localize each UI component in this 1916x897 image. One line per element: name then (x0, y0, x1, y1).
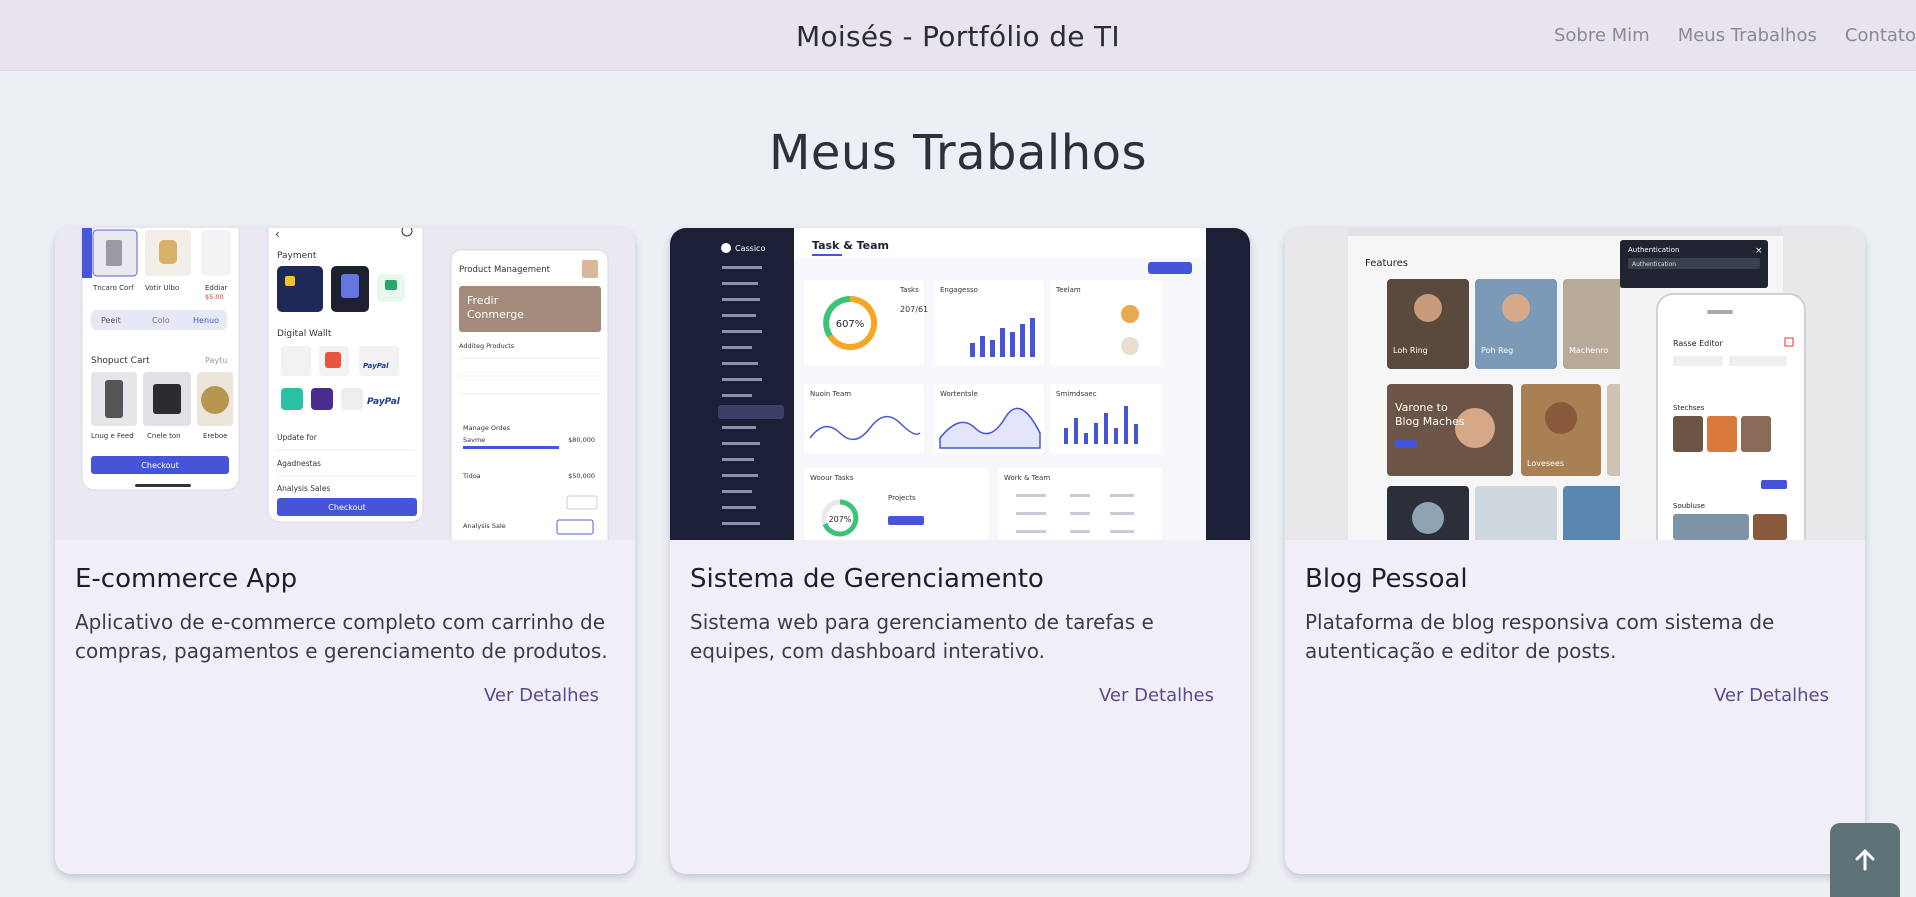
mgmt-app-name: Cassico (735, 244, 765, 253)
mgmt-projects: Projects (888, 494, 916, 502)
ecom-pm-analysis: Analysis Sale (463, 522, 506, 530)
nav-links: Sobre Mim Meus Trabalhos Contato (1526, 25, 1916, 46)
ver-detalhes-link-ecommerce[interactable]: Ver Detalhes (484, 685, 599, 706)
mgmt-gauge-1: 607% (836, 319, 865, 330)
project-description: Plataforma de blog responsiva com sistem… (1305, 610, 1775, 663)
ecom-pm-add: Additeg Products (459, 342, 515, 350)
mgmt-chart-3: Smimdsaec (1056, 390, 1097, 398)
project-image-gerenciamento: Cassico Task & Team 607% Tasks 207/61 En… (670, 228, 1250, 540)
mgmt-engagement: Engagesso (940, 286, 978, 294)
mgmt-tasks-2: Woour Tasks (810, 474, 854, 482)
project-card-gerenciamento: Cassico Task & Team 607% Tasks 207/61 En… (670, 228, 1250, 874)
blog-tile-2: Poh Reg (1481, 346, 1513, 355)
ver-detalhes-link-blog[interactable]: Ver Detalhes (1714, 685, 1829, 706)
mgmt-tasks-title: Tasks (899, 286, 919, 294)
ecom-pm-price-2: $50,000 (568, 472, 595, 480)
back-to-top-button[interactable] (1830, 823, 1900, 897)
mgmt-team: Teelam (1055, 286, 1081, 294)
blog-tile-3: Machenro (1569, 346, 1608, 355)
ecom-tab-3: Henuo (193, 316, 219, 325)
ecom-agenda-label: Agadnestas (277, 459, 321, 468)
project-card-ecommerce: Tncaro Corf Votir Ulbo Eddiar $5.00 Peei… (55, 228, 635, 874)
ecom-checkout-btn-2: Checkout (328, 503, 365, 512)
ecom-paypal-2: PayPal (367, 397, 401, 407)
ecom-pm-title: Product Management (459, 265, 551, 275)
nav-link-meus-trabalhos[interactable]: Meus Trabalhos (1650, 25, 1817, 46)
project-description: Sistema web para gerenciamento de tarefa… (690, 610, 1154, 663)
ecom-pm-banner-2: Conmerge (467, 308, 524, 321)
blog-editor: Rasse Editor (1673, 339, 1723, 348)
mgmt-header: Task & Team (812, 239, 889, 252)
blog-features: Features (1365, 258, 1408, 269)
ecom-cart-item-2: Votir Ulbo (145, 284, 179, 292)
ecom-pm-total: Tidoa (462, 472, 481, 480)
project-title: E-commerce App (75, 564, 298, 594)
ver-detalhes-link-gerenciamento[interactable]: Ver Detalhes (1099, 685, 1214, 706)
ecom-shop-item-2: Cnele ton (147, 432, 181, 440)
ecom-update-label: Update for (277, 433, 318, 442)
nav-link-contato[interactable]: Contato (1817, 25, 1916, 46)
arrow-up-icon (1855, 849, 1875, 871)
project-description: Aplicativo de e-commerce completo com ca… (75, 610, 608, 663)
ecom-checkout-btn-1: Checkout (141, 461, 178, 470)
ecom-tab-2: Colo (152, 316, 170, 325)
mgmt-gauge-2: 207% (829, 515, 852, 524)
ecom-shop-title: Shopuct Cart (91, 356, 150, 366)
ecom-pm-price-1: $80,000 (568, 436, 595, 444)
mgmt-chart-1: Nuoin Team (810, 390, 851, 398)
ecom-payment-title: Payment (277, 251, 317, 261)
mgmt-tasks-value: 207/61 (900, 305, 928, 314)
blog-hero-1: Varone to (1395, 401, 1448, 414)
blog-auth-field: Authentication (1632, 261, 1676, 268)
ecom-shop-item-3: Ereboe (203, 432, 228, 440)
ecom-shop-side: Paytu (205, 356, 227, 365)
project-card-blog: Features Loh Ring Poh Reg Machenro Varon… (1285, 228, 1865, 874)
blog-auth-title: Authentication (1628, 246, 1679, 254)
blog-hero-2: Blog Maches (1395, 415, 1465, 428)
blog-tile-4: Lovesees (1527, 459, 1564, 468)
ecom-cart-price-3: $5.00 (205, 293, 224, 301)
ecom-paypal-1: PayPal (363, 362, 389, 370)
project-title: Blog Pessoal (1305, 564, 1468, 594)
blog-recent: Stechses (1673, 404, 1705, 412)
project-image-blog: Features Loh Ring Poh Reg Machenro Varon… (1285, 228, 1865, 540)
ecom-cart-item-1: Tncaro Corf (92, 284, 134, 292)
blog-tile-1: Loh Ring (1393, 346, 1428, 355)
ecom-tab-1: Peeit (101, 316, 121, 325)
ecom-pm-manage: Manage Ordes (463, 424, 511, 432)
ecom-pm-save: Savme (463, 436, 485, 444)
svg-text:‹: ‹ (275, 228, 280, 241)
mgmt-work-team: Work & Team (1004, 474, 1050, 482)
navbar: Moisés - Portfólio de TI Sobre Mim Meus … (0, 0, 1916, 71)
section-title: Meus Trabalhos (768, 125, 1148, 181)
project-title: Sistema de Gerenciamento (690, 564, 1044, 594)
svg-text:×: × (1755, 246, 1763, 256)
ecom-wallet-title: Digital Wallt (277, 329, 332, 339)
ecom-pm-banner-1: Fredir (467, 294, 499, 307)
blog-recent-2: Soubluse (1673, 502, 1705, 510)
ecom-shop-item-1: Lnug e Feed (91, 432, 134, 440)
ecom-cart-item-3: Eddiar (205, 284, 228, 292)
mgmt-chart-2: Wortentsle (940, 390, 978, 398)
project-image-ecommerce: Tncaro Corf Votir Ulbo Eddiar $5.00 Peei… (55, 228, 635, 540)
ecom-analysis-label: Analysis Sales (277, 484, 330, 493)
nav-link-sobre-mim[interactable]: Sobre Mim (1526, 25, 1650, 46)
